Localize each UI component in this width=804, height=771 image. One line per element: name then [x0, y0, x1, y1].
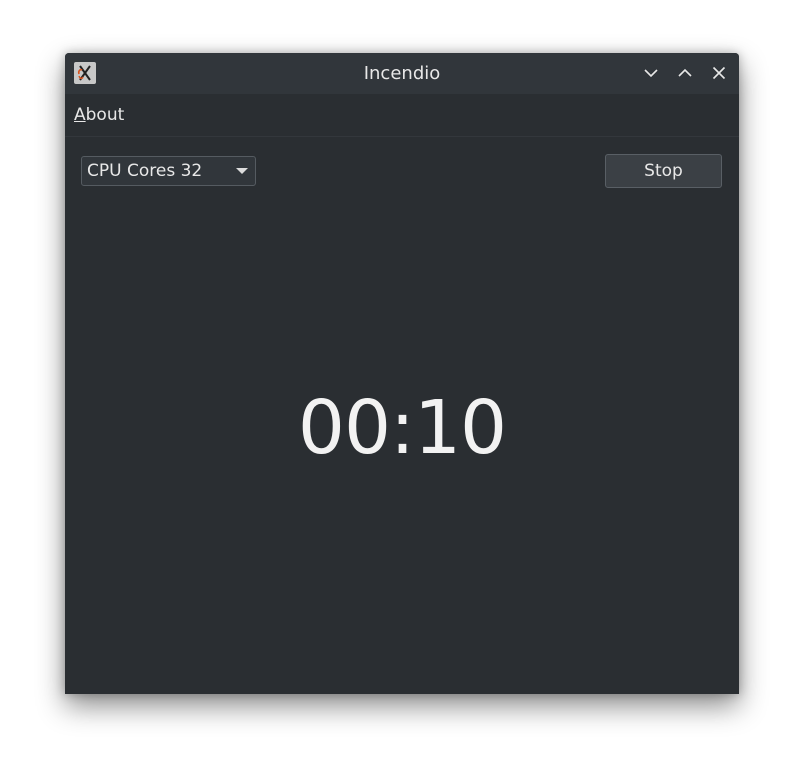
dropdown-arrow-icon [236, 168, 248, 174]
menu-about-label: bout [85, 105, 125, 125]
app-window: Incendio About CPU Cores 32 Stop 00:10 [65, 53, 739, 694]
chevron-up-icon [678, 68, 692, 77]
maximize-button[interactable] [674, 62, 696, 84]
title-bar[interactable]: Incendio [65, 53, 739, 94]
stop-button[interactable]: Stop [605, 154, 722, 188]
chevron-down-icon [644, 69, 658, 78]
minimize-button[interactable] [640, 62, 662, 84]
menu-bar: About [65, 94, 739, 137]
close-button[interactable] [708, 62, 730, 84]
cpu-cores-select-value: CPU Cores 32 [87, 161, 203, 181]
cpu-cores-select[interactable]: CPU Cores 32 [81, 156, 256, 186]
menu-about-mnemonic: A [74, 105, 86, 125]
window-title: Incendio [363, 63, 441, 84]
timer-display: 00:10 [297, 385, 507, 471]
close-icon [712, 66, 726, 80]
menu-about[interactable]: About [74, 94, 124, 136]
